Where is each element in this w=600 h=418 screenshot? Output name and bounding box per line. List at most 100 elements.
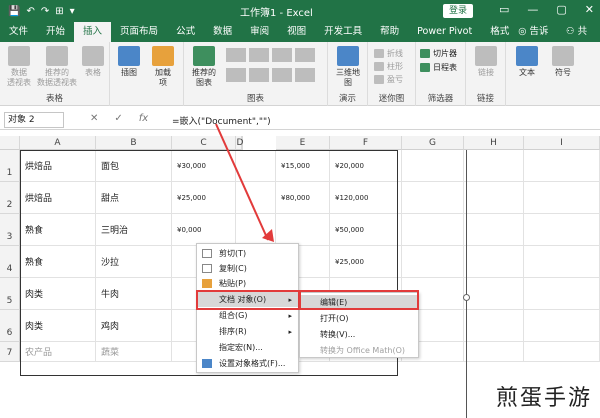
- cell-b3[interactable]: 三明治: [96, 214, 172, 246]
- close-icon[interactable]: ✕: [585, 3, 594, 16]
- row-header[interactable]: 1: [0, 150, 20, 182]
- formula-input[interactable]: =嵌入("Document",""): [172, 114, 271, 127]
- menu-item-group[interactable]: 组合(G) ▸: [197, 308, 298, 323]
- cell-h4[interactable]: [464, 246, 524, 278]
- menu-item-format-object[interactable]: 设置对象格式(F)...: [197, 356, 298, 371]
- minimize-icon[interactable]: —: [527, 3, 538, 16]
- cell-a2[interactable]: 烘焙品: [20, 182, 96, 214]
- redo-icon[interactable]: ↷: [41, 6, 49, 17]
- cell-b2[interactable]: 甜点: [96, 182, 172, 214]
- pivot-table-button[interactable]: 数据 透视表: [4, 46, 34, 88]
- cell-h6[interactable]: [464, 310, 524, 342]
- cell-d3[interactable]: [236, 214, 276, 246]
- undo-icon[interactable]: ↶: [26, 6, 34, 17]
- cell-h3[interactable]: [464, 214, 524, 246]
- cell-g1[interactable]: [402, 150, 464, 182]
- ribbon-display-icon[interactable]: ▭: [499, 3, 509, 16]
- cell-c2[interactable]: ¥25,000: [172, 182, 236, 214]
- column-header-a[interactable]: A: [20, 136, 96, 150]
- cell-e2[interactable]: ¥80,000: [276, 182, 330, 214]
- submenu-item-convert[interactable]: 转换(V)...: [300, 327, 418, 342]
- scatter-chart-icon[interactable]: [295, 48, 315, 62]
- cell-c3[interactable]: ¥0,000: [172, 214, 236, 246]
- column-header-i[interactable]: I: [524, 136, 600, 150]
- timeline-button[interactable]: 日程表: [420, 62, 457, 73]
- cell-g4[interactable]: [402, 246, 464, 278]
- column-header-e[interactable]: E: [276, 136, 330, 150]
- cell-i4[interactable]: [524, 246, 600, 278]
- row-header[interactable]: 3: [0, 214, 20, 246]
- cell-e1[interactable]: ¥15,000: [276, 150, 330, 182]
- 3d-map-button[interactable]: 三维地 图: [332, 46, 364, 88]
- tab-format[interactable]: 格式: [481, 22, 518, 42]
- cell-i7[interactable]: [524, 342, 600, 362]
- tab-page-layout[interactable]: 页面布局: [111, 22, 167, 42]
- menu-item-order[interactable]: 排序(R) ▸: [197, 324, 298, 339]
- sparkline-column-button[interactable]: 柱形: [374, 61, 403, 72]
- symbol-button[interactable]: 符号: [548, 46, 578, 78]
- cell-g2[interactable]: [402, 182, 464, 214]
- cell-h5[interactable]: [464, 278, 524, 310]
- cell-i2[interactable]: [524, 182, 600, 214]
- cell-h7[interactable]: [464, 342, 524, 362]
- cell-i1[interactable]: [524, 150, 600, 182]
- combo-chart-icon[interactable]: [272, 67, 292, 82]
- cell-e3[interactable]: [276, 214, 330, 246]
- cell-a5[interactable]: 肉类: [20, 278, 96, 310]
- column-header-h[interactable]: H: [464, 136, 524, 150]
- slicer-button[interactable]: 切片器: [420, 48, 457, 59]
- tab-view[interactable]: 视图: [278, 22, 315, 42]
- menu-item-paste[interactable]: 粘贴(P): [197, 276, 298, 291]
- column-header-b[interactable]: B: [96, 136, 172, 150]
- statistic-chart-icon[interactable]: [249, 67, 269, 82]
- cell-a1[interactable]: 烘焙品: [20, 150, 96, 182]
- share-button[interactable]: ⚇ 共享: [566, 22, 592, 57]
- column-header-f[interactable]: F: [330, 136, 402, 150]
- addins-button[interactable]: 加载 项: [150, 46, 176, 88]
- cancel-icon[interactable]: ✕: [90, 113, 98, 124]
- enter-icon[interactable]: ✓: [114, 113, 122, 124]
- pivot-chart-icon[interactable]: [295, 67, 315, 82]
- menu-item-copy[interactable]: 复制(C): [197, 261, 298, 276]
- cell-a7[interactable]: 农产品: [20, 342, 96, 362]
- recommended-charts-button[interactable]: 推荐的 图表: [188, 46, 220, 88]
- cell-d2[interactable]: [236, 182, 276, 214]
- sparkline-line-button[interactable]: 折线: [374, 48, 403, 59]
- cell-b5[interactable]: 牛肉: [96, 278, 172, 310]
- menu-item-cut[interactable]: 剪切(T): [197, 246, 298, 261]
- link-button[interactable]: 链接: [472, 46, 500, 78]
- recommended-pivot-button[interactable]: 推荐的 数据透视表: [36, 46, 78, 88]
- cell-f4[interactable]: ¥25,000: [330, 246, 402, 278]
- tab-help[interactable]: 帮助: [371, 22, 408, 42]
- tell-me-button[interactable]: ◎ 告诉我: [518, 22, 552, 57]
- tab-review[interactable]: 审阅: [241, 22, 278, 42]
- cell-f2[interactable]: ¥120,000: [330, 182, 402, 214]
- tab-file[interactable]: 文件: [0, 22, 37, 42]
- cell-g3[interactable]: [402, 214, 464, 246]
- column-header-d[interactable]: D: [204, 136, 276, 150]
- illustrations-button[interactable]: 插图: [116, 46, 142, 78]
- cell-c1[interactable]: ¥30,000: [172, 150, 236, 182]
- resize-handle[interactable]: [463, 294, 470, 301]
- cell-a3[interactable]: 熟食: [20, 214, 96, 246]
- row-header[interactable]: 5: [0, 278, 20, 310]
- tab-home[interactable]: 开始: [37, 22, 74, 42]
- tab-developer[interactable]: 开发工具: [315, 22, 371, 42]
- tab-insert[interactable]: 插入: [74, 22, 112, 42]
- row-header[interactable]: 4: [0, 246, 20, 278]
- submenu-item-convert-math[interactable]: 转换为 Office Math(O): [300, 343, 418, 358]
- insert-function-icon[interactable]: fx: [139, 113, 148, 124]
- cell-a6[interactable]: 肉类: [20, 310, 96, 342]
- cell-b4[interactable]: 沙拉: [96, 246, 172, 278]
- customize-qat-icon[interactable]: ▾: [70, 6, 75, 17]
- column-header-g[interactable]: G: [402, 136, 464, 150]
- maximize-icon[interactable]: ▢: [556, 3, 566, 16]
- tab-power-pivot[interactable]: Power Pivot: [408, 22, 481, 42]
- login-button[interactable]: 登录: [443, 4, 473, 18]
- tab-data[interactable]: 数据: [204, 22, 241, 42]
- sparkline-winloss-button[interactable]: 盈亏: [374, 74, 403, 85]
- form-icon[interactable]: ⊞: [55, 6, 63, 17]
- cell-b1[interactable]: 面包: [96, 150, 172, 182]
- select-all-corner[interactable]: [0, 136, 20, 150]
- text-button[interactable]: 文本: [512, 46, 542, 78]
